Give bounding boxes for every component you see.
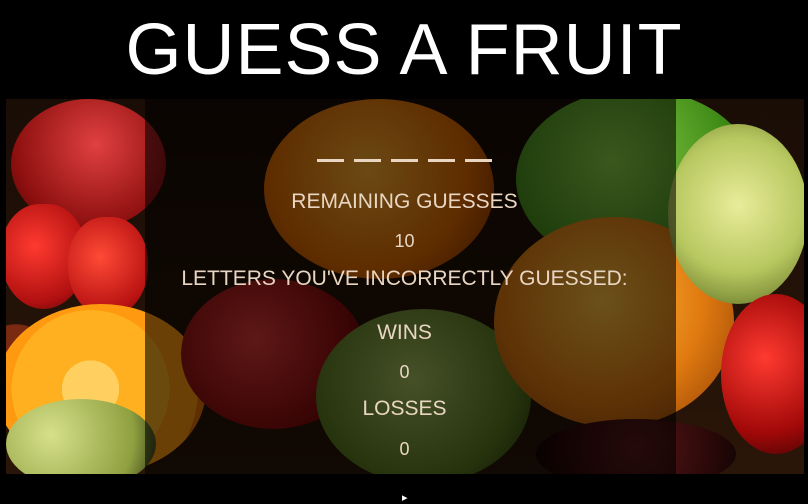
letter-blank (428, 159, 455, 162)
incorrect-letters-label: LETTERS YOU'VE INCORRECTLY GUESSED: (181, 267, 628, 290)
game-title: GUESS A FRUIT (125, 9, 683, 90)
letter-blank (465, 159, 492, 162)
game-panel: REMAINING GUESSES 10 LETTERS YOU'VE INCO… (139, 99, 670, 474)
losses-label: LOSSES (362, 397, 447, 420)
wins-label: WINS (377, 321, 432, 344)
letter-blank (354, 159, 381, 162)
remaining-guesses-label: REMAINING GUESSES (291, 190, 518, 213)
word-blanks (139, 159, 670, 162)
losses-value: 0 (399, 439, 410, 459)
letter-blank (391, 159, 418, 162)
green-grapes-right (668, 124, 804, 304)
remaining-guesses-value: 10 (394, 231, 415, 251)
strawberry-center-left (68, 217, 148, 317)
mouse-pointer-icon: ▸ (402, 492, 408, 504)
wins-value: 0 (399, 362, 410, 382)
letter-blank (317, 159, 344, 162)
